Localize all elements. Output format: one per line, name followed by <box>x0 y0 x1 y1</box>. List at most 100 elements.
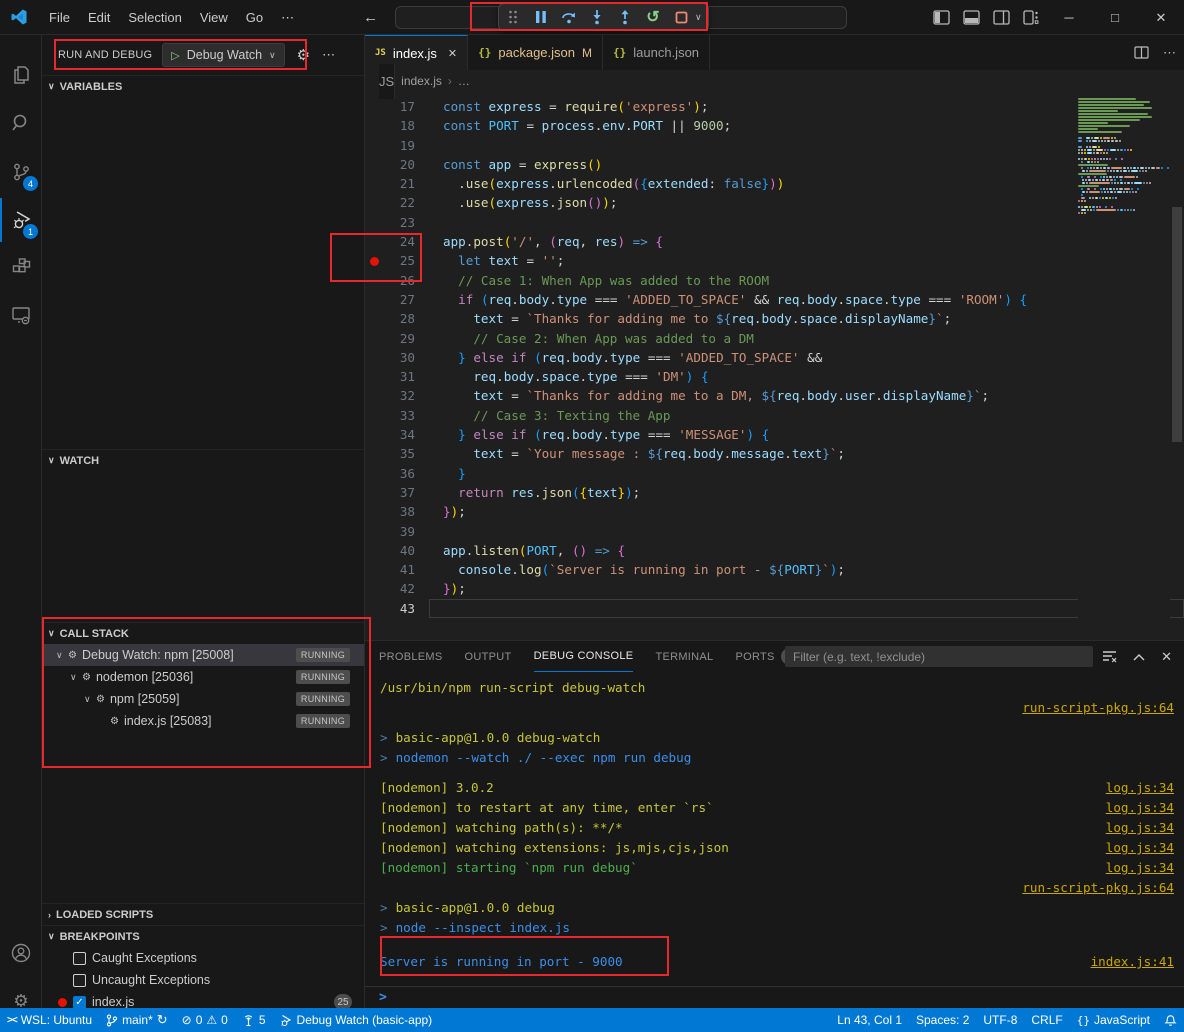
tab-launch-json[interactable]: {}launch.json <box>603 35 710 70</box>
gutter[interactable]: 22 <box>365 193 429 212</box>
code-line-34[interactable]: 34 } else if (req.body.type === 'MESSAGE… <box>365 425 1184 444</box>
gutter[interactable]: 41 <box>365 560 429 579</box>
line-number[interactable]: 34 <box>383 425 415 444</box>
gutter[interactable]: 26 <box>365 271 429 290</box>
line-number[interactable]: 27 <box>383 290 415 309</box>
status-ln-43-col-1[interactable]: Ln 43, Col 1 <box>830 1008 909 1032</box>
code-line-30[interactable]: 30 } else if (req.body.type === 'ADDED_T… <box>365 348 1184 367</box>
code-line-17[interactable]: 17const express = require('express'); <box>365 97 1184 116</box>
line-number[interactable]: 40 <box>383 541 415 560</box>
gutter[interactable]: 17 <box>365 97 429 116</box>
back-icon[interactable]: ← <box>363 9 378 26</box>
line-number[interactable]: 33 <box>383 406 415 425</box>
gutter[interactable]: 33 <box>365 406 429 425</box>
gutter[interactable]: 20 <box>365 155 429 174</box>
line-number[interactable]: 28 <box>383 309 415 328</box>
source-link[interactable]: log.js:34 <box>1106 818 1174 838</box>
activity-run-and-debug-icon[interactable]: 1 <box>0 198 42 242</box>
activity-explorer-icon[interactable] <box>0 53 42 97</box>
tab-package-json[interactable]: {}package.jsonM <box>468 35 603 70</box>
console-filter-input[interactable] <box>785 646 1093 667</box>
call-stack-item[interactable]: ⚙index.js [25083]RUNNING <box>42 710 364 732</box>
code-line-23[interactable]: 23 <box>365 213 1184 232</box>
gutter[interactable]: 31 <box>365 367 429 386</box>
breadcrumb-more[interactable]: … <box>458 74 470 88</box>
status-crlf[interactable]: CRLF <box>1024 1008 1069 1032</box>
call-stack-item[interactable]: ∨⚙npm [25059]RUNNING <box>42 688 364 710</box>
code-line-32[interactable]: 32 text = `Thanks for adding me to a DM,… <box>365 386 1184 405</box>
restart-icon[interactable]: ↺ <box>645 9 661 25</box>
code-line-18[interactable]: 18const PORT = process.env.PORT || 9000; <box>365 116 1184 135</box>
activity-search-icon[interactable] <box>0 101 42 145</box>
line-number[interactable]: 22 <box>383 193 415 212</box>
gutter[interactable]: 19 <box>365 136 429 155</box>
status-javascript[interactable]: {}JavaScript <box>1070 1008 1157 1032</box>
code-line-22[interactable]: 22 .use(express.json()); <box>365 193 1184 212</box>
stop-chevron-icon[interactable]: ∨ <box>695 12 702 23</box>
code-line-40[interactable]: 40app.listen(PORT, () => { <box>365 541 1184 560</box>
line-number[interactable]: 30 <box>383 348 415 367</box>
source-link[interactable]: log.js:34 <box>1106 838 1174 858</box>
code-line-43[interactable]: 43 <box>365 599 1184 618</box>
code-editor[interactable]: 17const express = require('express');18c… <box>365 92 1184 640</box>
source-link[interactable]: run-script-pkg.js:64 <box>1022 698 1174 718</box>
gutter[interactable]: 39 <box>365 522 429 541</box>
line-number[interactable]: 17 <box>383 97 415 116</box>
gutter[interactable]: 27 <box>365 290 429 309</box>
code-line-33[interactable]: 33 // Case 3: Texting the App <box>365 406 1184 425</box>
source-link[interactable]: run-script-pkg.js:64 <box>1022 878 1174 898</box>
code-line-37[interactable]: 37 return res.json({text}); <box>365 483 1184 502</box>
call-stack-item[interactable]: ∨⚙nodemon [25036]RUNNING <box>42 666 364 688</box>
line-number[interactable]: 42 <box>383 579 415 598</box>
status-wsl-ubuntu[interactable]: ><WSL: Ubuntu <box>0 1008 99 1032</box>
code-line-38[interactable]: 38}); <box>365 502 1184 521</box>
line-number[interactable]: 35 <box>383 444 415 463</box>
status-utf-8[interactable]: UTF-8 <box>976 1008 1024 1032</box>
breadcrumb[interactable]: JS index.js › … <box>365 70 1184 92</box>
gutter[interactable]: 34 <box>365 425 429 444</box>
panel-tab-terminal[interactable]: TERMINAL <box>655 641 713 672</box>
filter-output-icon[interactable] <box>1102 650 1117 663</box>
menu-edit[interactable]: Edit <box>79 0 119 35</box>
line-number[interactable]: 38 <box>383 502 415 521</box>
line-number[interactable]: 43 <box>383 599 415 618</box>
panel-tab-debug-console[interactable]: DEBUG CONSOLE <box>534 641 634 672</box>
close-panel-icon[interactable]: ✕ <box>1161 649 1172 665</box>
gutter[interactable]: 28 <box>365 309 429 328</box>
code-line-27[interactable]: 27 if (req.body.type === 'ADDED_TO_SPACE… <box>365 290 1184 309</box>
toggle-sidebar-icon[interactable] <box>926 0 956 35</box>
start-debug-icon[interactable]: ▷ <box>171 49 179 62</box>
breakpoint-checkbox[interactable] <box>73 974 86 987</box>
status-0[interactable]: ⊘0⚠0 <box>175 1008 235 1032</box>
menu-selection[interactable]: Selection <box>119 0 190 35</box>
drag-grip-icon[interactable] <box>505 9 521 25</box>
status-bell[interactable] <box>1157 1008 1184 1032</box>
toggle-secondary-sidebar-icon[interactable] <box>986 0 1016 35</box>
breakpoint-checkbox[interactable] <box>73 952 86 965</box>
gear-icon[interactable]: ⚙ <box>297 46 310 64</box>
panel-tab-problems[interactable]: PROBLEMS <box>379 641 443 672</box>
stop-icon[interactable] <box>673 9 689 25</box>
line-number[interactable]: 21 <box>383 174 415 193</box>
gutter[interactable]: 30 <box>365 348 429 367</box>
debug-console-prompt[interactable]: > <box>365 986 1184 1008</box>
activity-extensions-icon[interactable] <box>0 245 42 289</box>
line-number[interactable]: 36 <box>383 464 415 483</box>
loaded-scripts-section-header[interactable]: › LOADED SCRIPTS <box>42 903 364 925</box>
gutter[interactable]: 23 <box>365 213 429 232</box>
source-link[interactable]: log.js:34 <box>1106 858 1174 878</box>
breakpoint-dot-icon[interactable] <box>370 257 379 266</box>
line-number[interactable]: 29 <box>383 329 415 348</box>
gutter[interactable]: 43 <box>365 599 429 618</box>
code-line-39[interactable]: 39 <box>365 522 1184 541</box>
split-editor-icon[interactable] <box>1134 46 1149 59</box>
code-line-26[interactable]: 26 // Case 1: When App was added to the … <box>365 271 1184 290</box>
call-stack-item[interactable]: ∨⚙Debug Watch: npm [25008]RUNNING <box>42 644 364 666</box>
gutter[interactable]: 38 <box>365 502 429 521</box>
source-link[interactable]: log.js:34 <box>1106 778 1174 798</box>
gutter[interactable]: 42 <box>365 579 429 598</box>
close-tab-icon[interactable]: ✕ <box>448 47 457 60</box>
step-out-icon[interactable] <box>617 9 633 25</box>
activity-accounts-icon[interactable] <box>0 931 42 975</box>
customize-layout-icon[interactable] <box>1016 0 1046 35</box>
